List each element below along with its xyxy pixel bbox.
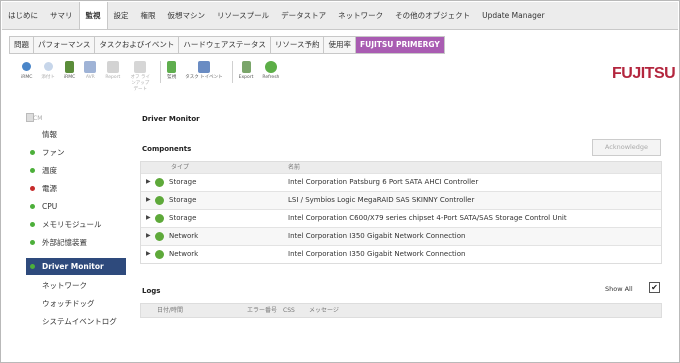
status-ok-icon [30, 222, 35, 227]
status-ok-icon [155, 178, 164, 187]
sidebar-item-network[interactable]: ネットワーク [26, 278, 126, 294]
window-frame: はじめに サマリ 監視 設定 権限 仮想マシン リソースプール データストア ネ… [0, 0, 680, 363]
table-row[interactable]: ▶ Storage LSI / Symbios Logic MegaRAID S… [141, 191, 661, 209]
status-ok-icon [30, 240, 35, 245]
blink-button[interactable]: 添付ト [41, 61, 55, 81]
task-icon [197, 61, 210, 73]
offline-update-button[interactable]: オフ ラインアップ デート [129, 61, 151, 93]
subtab-fujitsu-primergy[interactable]: FUJITSU PRIMERGY [355, 37, 444, 53]
sub-tab-bar: 問題 パフォーマンス タスクおよびイベント ハードウェアステータス リソース予約… [9, 36, 445, 54]
column-datetime[interactable]: 日付/時間 [157, 304, 247, 317]
subtab-issues[interactable]: 問題 [10, 37, 34, 53]
tab-getting-started[interactable]: はじめに [2, 2, 44, 29]
sidebar-item-power[interactable]: 電源 [26, 181, 126, 197]
export-button[interactable]: Export [239, 61, 253, 81]
status-ok-icon [30, 264, 35, 269]
sidebar-item-storage[interactable]: 外部記憶装置 [26, 235, 126, 251]
column-message[interactable]: メッセージ [309, 304, 339, 317]
status-ok-icon [155, 214, 164, 223]
logs-table-header: 日付/時間 エラー番号 CSS メッセージ [140, 303, 662, 318]
tab-permissions[interactable]: 権限 [135, 2, 162, 29]
tab-configure[interactable]: 設定 [108, 2, 135, 29]
report-button[interactable]: Report [105, 61, 120, 81]
top-tab-bar: はじめに サマリ 監視 設定 権限 仮想マシン リソースプール データストア ネ… [2, 2, 678, 30]
status-ok-icon [155, 196, 164, 205]
acknowledge-button[interactable]: Acknowledge [592, 139, 661, 156]
page-title: Driver Monitor [142, 115, 200, 123]
table-row[interactable]: ▶ Network Intel Corporation I350 Gigabit… [141, 245, 661, 263]
toolbar-separator [160, 61, 162, 83]
table-row[interactable]: ▶ Storage Intel Corporation C600/X79 ser… [141, 209, 661, 227]
refresh-button[interactable]: Refresh [262, 61, 279, 81]
sidebar-item-system-event-log[interactable]: システムイベントログ [26, 314, 126, 330]
expand-arrow-icon[interactable]: ▶ [146, 178, 151, 185]
tab-networks[interactable]: ネットワーク [332, 2, 389, 29]
toolbar-separator [231, 61, 233, 83]
tab-vms[interactable]: 仮想マシン [162, 2, 212, 29]
sidebar-item-cpu[interactable]: CPU [26, 199, 126, 215]
subtab-utilization[interactable]: 使用率 [324, 37, 356, 53]
tab-update-manager[interactable]: Update Manager [476, 2, 550, 29]
tab-resource-pools[interactable]: リソースプール [211, 2, 275, 29]
show-all-label: Show All [605, 285, 633, 293]
irmc-icon [22, 62, 32, 71]
expand-arrow-icon[interactable]: ▶ [146, 232, 151, 239]
sidebar-item-memory[interactable]: メモリモジュール [26, 217, 126, 233]
cm-label: CM [33, 115, 43, 122]
refresh-icon [264, 61, 277, 73]
table-row[interactable]: ▶ Storage Intel Corporation Patsburg 6 P… [141, 173, 661, 191]
fujitsu-logo: FUJITSU [612, 65, 676, 82]
tab-summary[interactable]: サマリ [44, 2, 79, 29]
column-error-number[interactable]: エラー番号 [247, 304, 283, 317]
table-row[interactable]: ▶ Network Intel Corporation I350 Gigabit… [141, 227, 661, 245]
irmc-user-button[interactable]: iRMC [64, 61, 75, 81]
sidebar-item-watchdog[interactable]: ウォッチドッグ [26, 296, 126, 312]
components-table: タイプ 名前 ▶ Storage Intel Corporation Patsb… [140, 161, 662, 264]
expand-arrow-icon[interactable]: ▶ [146, 196, 151, 203]
monitor-icon [167, 61, 177, 73]
subtab-hardware-status[interactable]: ハードウェアステータス [179, 37, 271, 53]
avr-button[interactable]: AVR [84, 61, 97, 81]
tab-monitor[interactable]: 監視 [78, 2, 108, 29]
status-error-icon [30, 186, 35, 191]
status-ok-icon [30, 150, 35, 155]
task-event-button[interactable]: タスク トイベント [185, 61, 223, 81]
avr-icon [84, 61, 97, 73]
monitor-button[interactable]: 監視 [167, 61, 177, 81]
column-css[interactable]: CSS [283, 304, 309, 317]
subtab-tasks-events[interactable]: タスクおよびイベント [95, 37, 180, 53]
table-header: タイプ 名前 [141, 162, 661, 173]
status-ok-icon [30, 168, 35, 173]
column-type[interactable]: タイプ [171, 162, 288, 173]
offline-update-icon [134, 61, 147, 73]
subtab-resource-reservation[interactable]: リソース予約 [271, 37, 325, 53]
tab-datastores[interactable]: データストア [275, 2, 332, 29]
report-icon [106, 61, 119, 73]
components-heading: Components [142, 145, 192, 153]
export-icon [241, 61, 251, 73]
status-ok-icon [30, 204, 35, 209]
subtab-performance[interactable]: パフォーマンス [34, 37, 96, 53]
show-all-checkbox[interactable]: ✔ [649, 282, 660, 293]
sidebar-item-fan[interactable]: ファン [26, 145, 126, 161]
tab-other-objects[interactable]: その他のオブジェクト [389, 2, 476, 29]
expand-arrow-icon[interactable]: ▶ [146, 214, 151, 221]
toolbar: iRMC 添付ト iRMC AVR Report オフ ラインアップ デート 監… [21, 61, 288, 101]
sidebar-item-info[interactable]: 情報 [26, 127, 126, 143]
expand-arrow-icon[interactable]: ▶ [146, 250, 151, 257]
irmc-user-icon [65, 61, 75, 73]
logs-heading: Logs [142, 287, 161, 295]
sidebar-item-driver-monitor[interactable]: Driver Monitor [26, 258, 126, 275]
status-ok-icon [155, 232, 164, 241]
status-ok-icon [155, 250, 164, 259]
column-name[interactable]: 名前 [288, 162, 300, 173]
irmc-button[interactable]: iRMC [21, 61, 32, 81]
blink-icon [43, 62, 53, 71]
sidebar-item-temperature[interactable]: 温度 [26, 163, 126, 179]
